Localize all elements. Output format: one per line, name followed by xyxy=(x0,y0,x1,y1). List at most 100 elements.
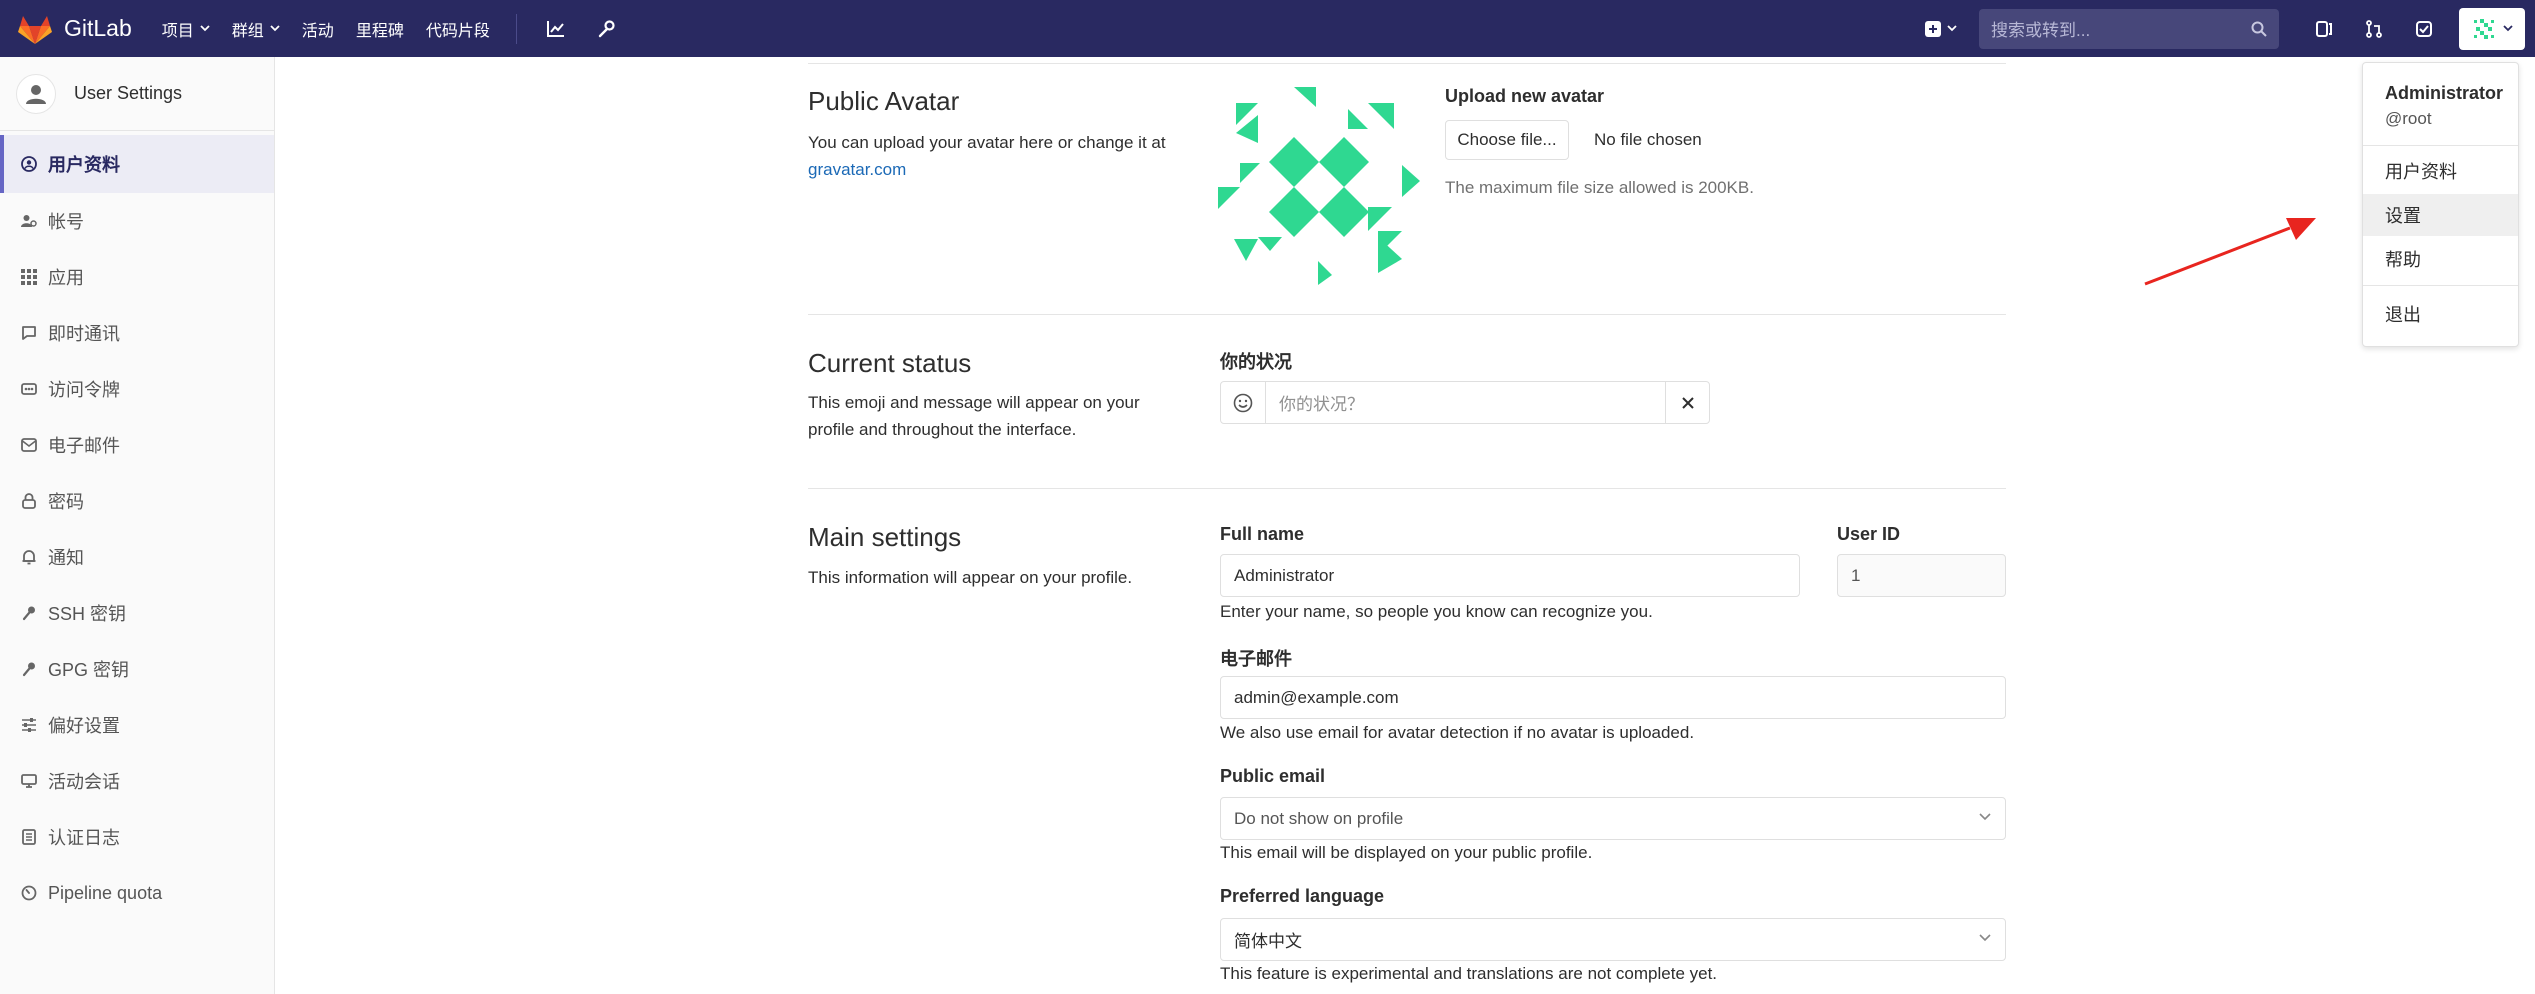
bell-icon xyxy=(20,548,38,566)
status-input-group: 你的状况？ xyxy=(1220,381,1710,424)
new-dropdown[interactable] xyxy=(1925,20,1957,37)
dropdown-item-settings[interactable]: 设置 xyxy=(2363,194,2518,236)
nav-snippets[interactable]: 代码片段 xyxy=(426,17,490,41)
nav-activity[interactable]: 活动 xyxy=(302,17,334,41)
gitlab-logo-icon xyxy=(18,13,52,45)
preferred-language-label: Preferred language xyxy=(1220,886,1385,906)
sidebar-item-notifications[interactable]: 通知 xyxy=(0,529,274,585)
lock-icon xyxy=(20,492,38,510)
search-input[interactable]: 搜索或转到... xyxy=(1979,8,2279,49)
sidebar-item-label: 帐号 xyxy=(48,212,84,232)
gravatar-link[interactable]: gravatar.com xyxy=(808,160,906,179)
public-email-select[interactable]: Do not show on profile xyxy=(1220,797,2006,840)
avatar-icon xyxy=(2474,18,2494,39)
wrench-icon[interactable] xyxy=(593,16,619,42)
user-id-label: User ID xyxy=(1837,524,1901,544)
email-help: We also use email for avatar detection i… xyxy=(1220,723,1695,742)
clear-status-button[interactable] xyxy=(1665,382,1709,423)
status-section-title: Current status xyxy=(808,348,972,378)
public-email-label: Public email xyxy=(1220,766,1326,786)
your-status-label: 你的状况 xyxy=(1220,352,1292,372)
sidebar-item-label: 即时通讯 xyxy=(48,324,120,344)
sidebar-item-label: 通知 xyxy=(48,548,84,568)
full-name-label: Full name xyxy=(1220,524,1305,544)
brand[interactable]: GitLab xyxy=(18,13,132,45)
dropdown-item-sign-out[interactable]: 退出 xyxy=(2363,293,2518,335)
main-settings-desc: This information will appear on your pro… xyxy=(808,568,1133,587)
max-file-size-text: The maximum file size allowed is 200KB. xyxy=(1445,178,1754,197)
key-icon xyxy=(20,604,38,622)
mail-icon xyxy=(20,436,38,454)
chevron-down-icon xyxy=(200,25,210,32)
chevron-down-icon xyxy=(1947,25,1957,32)
sidebar-item-profile[interactable]: 用户资料 xyxy=(0,135,274,193)
email-label: 电子邮件 xyxy=(1220,649,1292,669)
dropdown-divider xyxy=(2363,285,2518,286)
user-menu-button[interactable] xyxy=(2459,7,2525,50)
chevron-down-icon xyxy=(1979,934,1991,942)
chart-icon[interactable] xyxy=(543,16,569,42)
sidebar-item-password[interactable]: 密码 xyxy=(0,473,274,529)
sidebar-item-pipeline-quota[interactable]: Pipeline quota xyxy=(0,865,274,921)
sidebar-item-chat[interactable]: 即时通讯 xyxy=(0,305,274,361)
user-id-input: 1 xyxy=(1837,554,2006,597)
upload-avatar-label: Upload new avatar xyxy=(1445,86,1605,106)
sliders-icon xyxy=(20,716,38,734)
identicon-avatar xyxy=(1218,83,1420,285)
close-icon xyxy=(1681,396,1694,409)
section-divider-status xyxy=(808,488,2006,489)
preferred-language-value: 简体中文 xyxy=(1234,932,1302,951)
sidebar-item-ssh-keys[interactable]: SSH 密钥 xyxy=(0,585,274,641)
preferred-language-help: This feature is experimental and transla… xyxy=(1220,964,1718,983)
sidebar-item-emails[interactable]: 电子邮件 xyxy=(0,417,274,473)
email-input[interactable]: admin@example.com xyxy=(1220,676,2006,719)
dropdown-item-help[interactable]: 帮助 xyxy=(2363,238,2518,280)
nav-projects[interactable]: 项目 xyxy=(162,17,210,41)
user-dropdown-menu: Administrator @root 用户资料 设置 帮助 退出 xyxy=(2362,62,2519,347)
red-arrow-annotation xyxy=(2144,218,2316,286)
sidebar-item-preferences[interactable]: 偏好设置 xyxy=(0,697,274,753)
full-name-input[interactable]: Administrator xyxy=(1220,554,1800,597)
emoji-button[interactable] xyxy=(1221,382,1266,423)
main-settings-title: Main settings xyxy=(808,522,962,552)
sidebar-item-label: 活动会话 xyxy=(48,772,120,792)
top-navbar: GitLab 项目 群组 活动 里程碑 代码片段 搜索或转到... xyxy=(0,0,2535,57)
preferred-language-select[interactable]: 简体中文 xyxy=(1220,918,2006,961)
user-avatar-icon xyxy=(16,73,56,114)
merge-request-icon[interactable] xyxy=(2361,16,2387,42)
todo-icon[interactable] xyxy=(2411,16,2437,42)
issues-icon[interactable] xyxy=(2311,16,2337,42)
no-file-chosen-text: No file chosen xyxy=(1594,130,1702,149)
token-icon xyxy=(20,380,38,398)
sidebar-item-label: 应用 xyxy=(48,268,84,288)
sidebar-item-gpg-keys[interactable]: GPG 密钥 xyxy=(0,641,274,697)
sidebar-header[interactable]: User Settings xyxy=(0,57,274,131)
nav-groups[interactable]: 群组 xyxy=(232,17,280,41)
sidebar-item-access-tokens[interactable]: 访问令牌 xyxy=(0,361,274,417)
monitor-icon xyxy=(20,772,38,790)
sidebar-item-active-sessions[interactable]: 活动会话 xyxy=(0,753,274,809)
sidebar-item-auth-log[interactable]: 认证日志 xyxy=(0,809,274,865)
sidebar-item-label: Pipeline quota xyxy=(48,882,163,903)
smiley-icon xyxy=(1233,393,1253,412)
sidebar-item-label: 电子邮件 xyxy=(48,436,120,456)
sidebar-item-applications[interactable]: 应用 xyxy=(0,249,274,305)
chevron-down-icon xyxy=(270,25,280,32)
avatar-section-title: Public Avatar xyxy=(808,86,960,116)
dropdown-username: @root xyxy=(2385,109,2432,128)
nav-right: 搜索或转到... xyxy=(1925,0,2525,57)
search-icon xyxy=(2251,21,2267,37)
sidebar-item-label: GPG 密钥 xyxy=(48,660,130,680)
status-placeholder: 你的状况？ xyxy=(1279,395,1364,414)
nav-milestones[interactable]: 里程碑 xyxy=(356,17,404,41)
status-message-input[interactable]: 你的状况？ xyxy=(1266,382,1665,423)
dropdown-item-profile[interactable]: 用户资料 xyxy=(2363,150,2518,192)
section-divider-avatar xyxy=(808,314,2006,315)
choose-file-button[interactable]: Choose file... xyxy=(1445,120,1569,160)
applications-icon xyxy=(20,268,38,286)
sidebar-item-account[interactable]: 帐号 xyxy=(0,193,274,249)
settings-sidebar: User Settings 用户资料 帐号 应用 即时通讯 访问令牌 电子邮件 … xyxy=(0,57,275,994)
public-email-help: This email will be displayed on your pub… xyxy=(1220,843,1593,862)
avatar-section-desc: You can upload your avatar here or chang… xyxy=(808,129,1188,183)
key-icon xyxy=(20,660,38,678)
